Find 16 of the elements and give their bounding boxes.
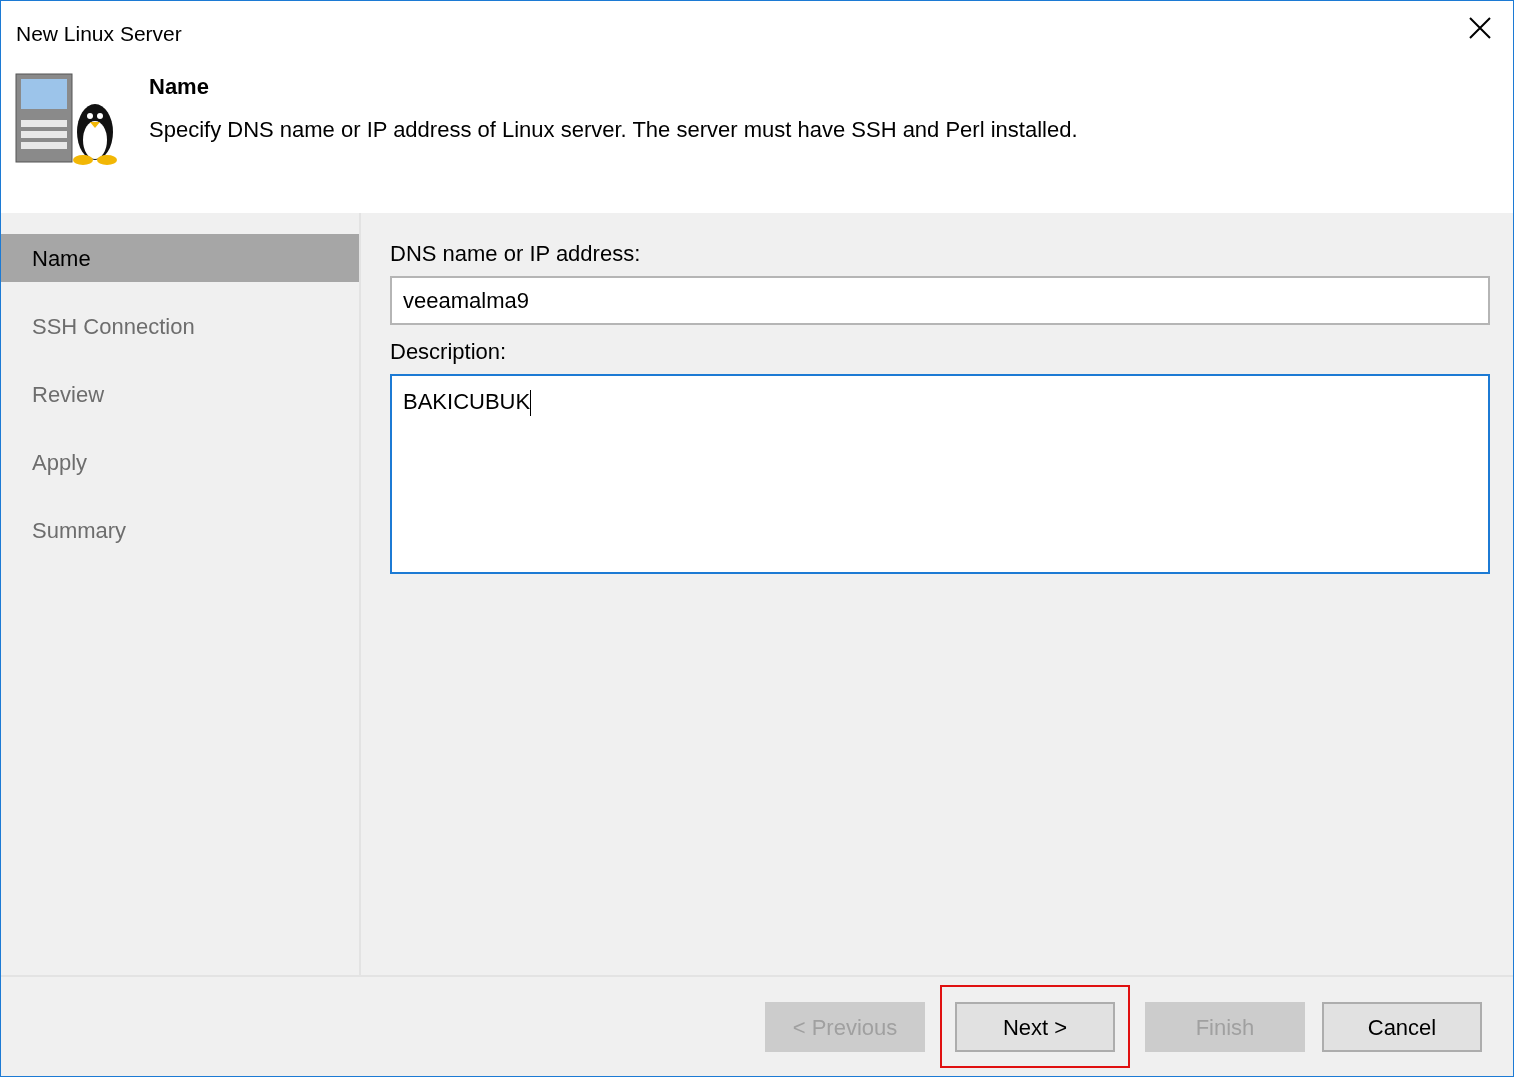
wizard-step[interactable]: Review — [1, 370, 359, 418]
wizard-step[interactable]: Name — [1, 234, 359, 282]
address-field[interactable]: veeamalma9 — [390, 276, 1490, 325]
wizard-button[interactable]: Cancel — [1322, 1002, 1482, 1052]
step-title: Name — [149, 72, 210, 101]
wizard-button[interactable]: Next > — [955, 1002, 1115, 1052]
close-button[interactable] — [1467, 15, 1493, 41]
wizard-step[interactable]: SSH Connection — [1, 302, 359, 350]
field-label: DNS name or IP address: — [390, 240, 642, 268]
field-label: Description: — [390, 338, 508, 366]
description-field[interactable]: BAKICUBUK — [390, 374, 1490, 574]
step-description: Specify DNS name or IP address of Linux server. The server must have SSH and Perl installed. — [149, 115, 1078, 144]
close-icon — [1469, 17, 1491, 39]
wizard-step[interactable]: Summary — [1, 506, 359, 554]
wizard-step[interactable]: Apply — [1, 438, 359, 486]
window-title: New Linux Server — [16, 21, 182, 47]
